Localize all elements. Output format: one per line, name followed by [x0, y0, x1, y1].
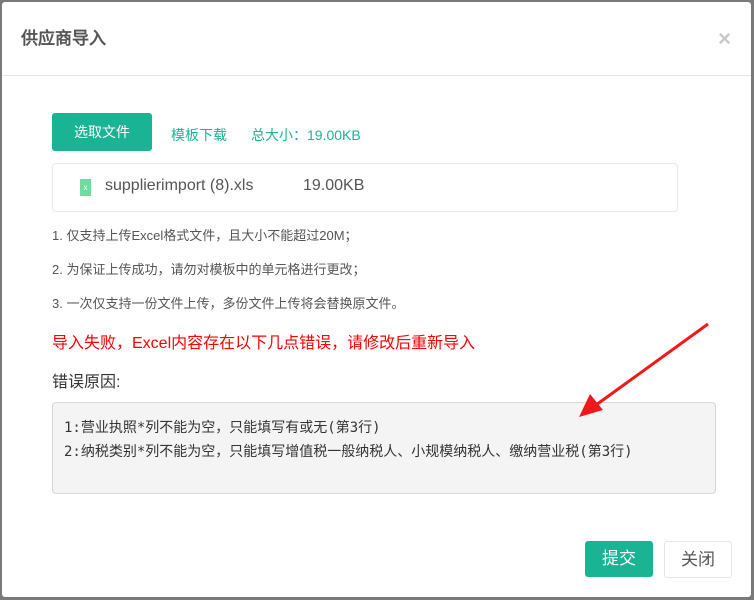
- total-size: 总大小：19.00KB: [251, 127, 361, 143]
- close-icon[interactable]: ×: [718, 26, 731, 52]
- close-button[interactable]: 关闭: [664, 541, 732, 578]
- submit-button[interactable]: 提交: [585, 541, 653, 577]
- pick-file-button[interactable]: 选取文件: [52, 113, 152, 151]
- note-1: 1. 仅支持上传Excel格式文件，且大小不能超过20M；: [52, 228, 358, 243]
- supplier-import-dialog: 供应商导入 × 选取文件 模板下载 总大小：19.00KB x supplier…: [2, 2, 751, 597]
- note-3: 3. 一次仅支持一份文件上传，多份文件上传将会替换原文件。: [52, 296, 405, 311]
- file-size: 19.00KB: [303, 177, 365, 194]
- dialog-header: 供应商导入 ×: [2, 2, 751, 76]
- file-list-item: x supplierimport (8).xls 19.00KB: [52, 163, 678, 212]
- error-details-box: 1:营业执照*列不能为空，只能填写有或无(第3行) 2:纳税类别*列不能为空，只…: [52, 402, 716, 494]
- excel-file-icon: x: [80, 179, 91, 196]
- template-download-link[interactable]: 模板下载: [171, 125, 227, 145]
- error-line: 1:营业执照*列不能为空，只能填写有或无(第3行): [64, 420, 381, 436]
- error-line: 2:纳税类别*列不能为空，只能填写增值税一般纳税人、小规模纳税人、缴纳营业税(第…: [64, 444, 633, 460]
- error-message: 导入失败，Excel内容存在以下几点错误，请修改后重新导入: [52, 335, 476, 352]
- dialog-title: 供应商导入: [21, 29, 106, 48]
- file-name: supplierimport (8).xls: [105, 177, 254, 194]
- error-reason-label: 错误原因:: [52, 374, 121, 391]
- note-2: 2. 为保证上传成功，请勿对模板中的单元格进行更改；: [52, 262, 366, 277]
